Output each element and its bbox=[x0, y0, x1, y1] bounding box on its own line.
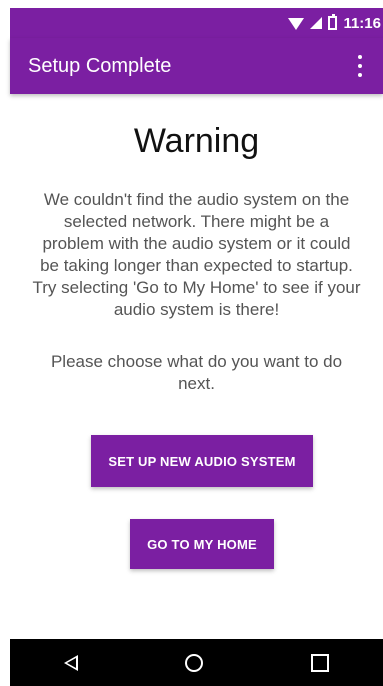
go-to-my-home-button[interactable]: GO TO MY HOME bbox=[130, 519, 274, 569]
status-bar: 11:16 bbox=[10, 8, 383, 38]
wifi-icon bbox=[288, 18, 305, 30]
system-nav-bar bbox=[10, 639, 383, 686]
warning-heading: Warning bbox=[133, 122, 260, 160]
status-icons bbox=[288, 14, 338, 30]
warning-content: Warning We couldn't find the audio syste… bbox=[10, 94, 383, 639]
recents-icon[interactable] bbox=[311, 653, 330, 672]
page-title: Setup Complete bbox=[28, 54, 172, 77]
app-bar: Setup Complete bbox=[10, 38, 383, 94]
battery-icon bbox=[328, 14, 338, 30]
overflow-menu-icon[interactable] bbox=[351, 55, 369, 77]
status-time: 11:16 bbox=[343, 14, 381, 32]
back-icon[interactable] bbox=[63, 654, 78, 671]
setup-new-audio-system-button[interactable]: SET UP NEW AUDIO SYSTEM bbox=[91, 435, 313, 487]
warning-message: We couldn't find the audio system on the… bbox=[32, 190, 361, 319]
signal-icon bbox=[310, 17, 323, 29]
home-icon[interactable] bbox=[185, 653, 204, 672]
choice-prompt: Please choose what do you want to do nex… bbox=[50, 352, 343, 393]
